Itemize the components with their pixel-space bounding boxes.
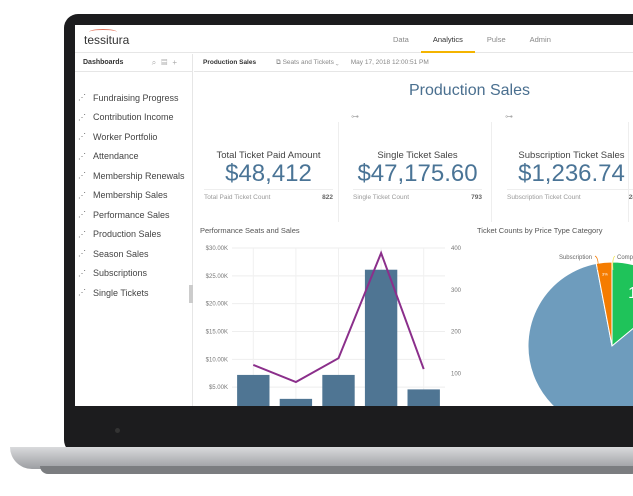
- bar: [364, 269, 398, 406]
- y-tick-label: $15.00K: [206, 330, 228, 336]
- pie-slice-label: 3%: [602, 272, 608, 277]
- y2-tick-label: 100: [451, 371, 462, 377]
- y-tick-label: $10.00K: [206, 357, 228, 363]
- laptop-base-shadow: [40, 466, 633, 474]
- bar: [407, 389, 440, 406]
- y2-tick-label: 200: [451, 330, 462, 336]
- pie-legend-label: Comp: [617, 255, 633, 261]
- camera: [115, 428, 120, 433]
- bar: [237, 374, 270, 406]
- y-tick-label: $20.00K: [206, 302, 228, 308]
- pie-slice-label: 14: [628, 285, 633, 302]
- bar: [322, 374, 355, 406]
- y-tick-label: $30.00K: [206, 246, 228, 252]
- y2-tick-label: 400: [451, 246, 462, 252]
- y-tick-label: $5.00K: [209, 385, 228, 391]
- bar: [279, 398, 313, 406]
- screen: tessitura Data Analytics Pulse Admin Das…: [75, 25, 633, 406]
- y-tick-label: $25.00K: [206, 274, 228, 280]
- pie-legend-label: Subscription: [559, 255, 592, 261]
- performance-chart: $5.00K $10.00K $15.00K $20.00K $25.00K $30.00…: [206, 246, 633, 406]
- y2-tick-label: 300: [451, 288, 462, 294]
